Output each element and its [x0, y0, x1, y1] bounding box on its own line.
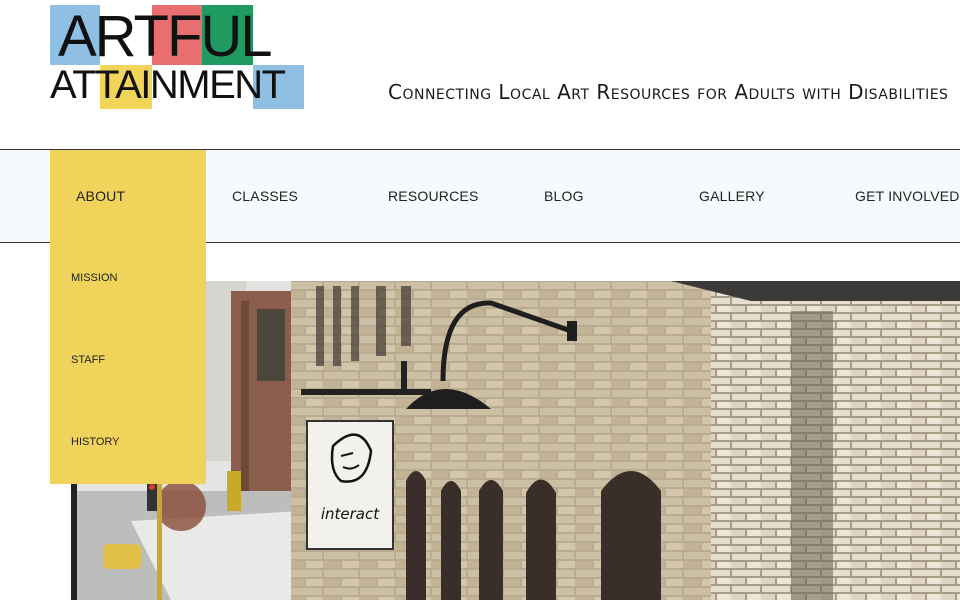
dropdown-item-staff[interactable]: STAFF [71, 354, 105, 366]
nav-item-classes[interactable]: CLASSES [232, 150, 298, 242]
site-tagline: Connecting Local Art Resources for Adult… [388, 80, 949, 104]
site-logo[interactable]: ARTFUL ATTAINMENT [50, 5, 306, 110]
logo-text-line1: ARTFUL [58, 4, 273, 69]
nav-item-get-involved[interactable]: GET INVOLVED [855, 150, 960, 242]
nav-item-blog[interactable]: BLOG [544, 150, 584, 242]
nav-item-resources[interactable]: RESOURCES [388, 150, 478, 242]
hero-sign-text: interact [321, 505, 380, 523]
dropdown-item-mission[interactable]: MISSION [71, 272, 117, 284]
dropdown-item-history[interactable]: HISTORY [71, 436, 120, 448]
nav-item-gallery[interactable]: GALLERY [699, 150, 765, 242]
main-nav: ABOUT CLASSES RESOURCES BLOG GALLERY GET… [0, 149, 960, 243]
page: ARTFUL ATTAINMENT Connecting Local Art R… [0, 0, 960, 600]
about-dropdown-menu: MISSION STAFF HISTORY [50, 242, 206, 484]
nav-item-about[interactable]: ABOUT [50, 150, 206, 242]
logo-text-line2: ATTAINMENT [50, 63, 286, 107]
